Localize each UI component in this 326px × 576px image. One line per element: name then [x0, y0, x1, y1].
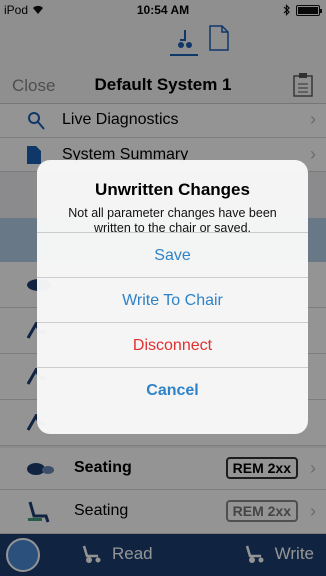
save-button[interactable]: Save	[37, 232, 308, 277]
write-to-chair-button[interactable]: Write To Chair	[37, 277, 308, 322]
disconnect-button[interactable]: Disconnect	[37, 322, 308, 367]
unwritten-changes-alert: Unwritten Changes Not all parameter chan…	[37, 160, 308, 434]
cancel-button[interactable]: Cancel	[37, 367, 308, 412]
alert-title: Unwritten Changes	[95, 180, 250, 199]
